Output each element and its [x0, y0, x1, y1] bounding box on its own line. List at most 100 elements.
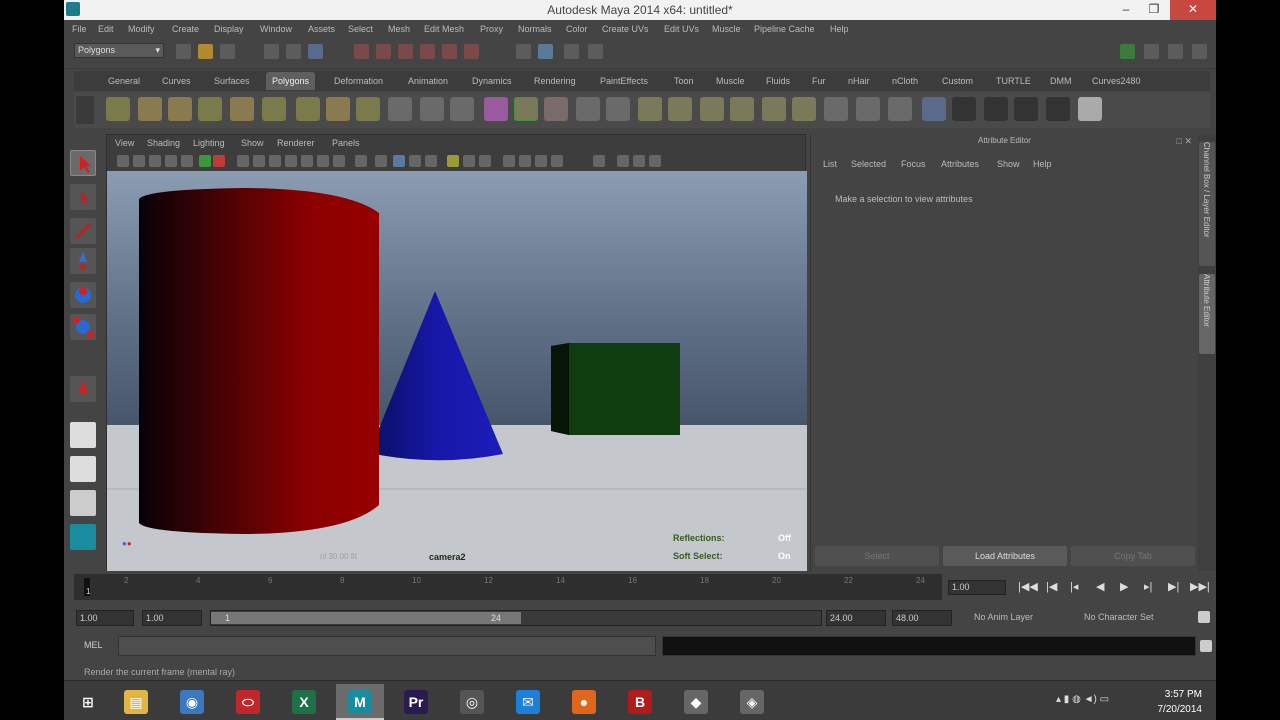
attribute-editor-tab[interactable]: Attribute Editor	[1199, 274, 1215, 354]
anim-layer-dropdown[interactable]: No Anim Layer	[974, 612, 1033, 622]
mask-deformations-icon[interactable]	[442, 44, 457, 59]
select-component-icon[interactable]	[308, 44, 323, 59]
wireframe-on-shaded-icon[interactable]	[269, 155, 281, 167]
anti-aliasing-icon[interactable]	[447, 155, 459, 167]
poly-cylinder-icon[interactable]	[168, 97, 192, 121]
shelf-tab-fluids[interactable]: Fluids	[766, 76, 790, 86]
viewport-option-icon[interactable]	[479, 155, 491, 167]
grease-pencil-icon[interactable]	[503, 155, 515, 167]
shelf-tab-turtle[interactable]: TURTLE	[996, 76, 1031, 86]
close-button[interactable]: ✕	[1170, 0, 1216, 20]
motion-blur-icon[interactable]	[425, 155, 437, 167]
rotate-tool-icon[interactable]	[70, 282, 96, 308]
ae-copy-tab-button[interactable]: Copy Tab	[1071, 546, 1195, 566]
menu-file[interactable]: File	[72, 24, 87, 34]
poly-sphere-icon[interactable]	[106, 97, 130, 121]
layout-side-by-side-icon[interactable]	[70, 490, 96, 516]
shelf-tab-nhair[interactable]: nHair	[848, 76, 870, 86]
mail-taskbar-button[interactable]: ✉	[504, 684, 552, 720]
bandicam-taskbar-button[interactable]: B	[616, 684, 664, 720]
go-to-start-button[interactable]: |◀◀	[1018, 580, 1038, 593]
shelf-tab-polygons[interactable]: Polygons	[266, 72, 316, 90]
extrude-icon[interactable]	[638, 97, 662, 121]
poly-plane-icon[interactable]	[230, 97, 254, 121]
menu-pipeline-cache[interactable]: Pipeline Cache	[754, 24, 815, 34]
animation-preferences-icon[interactable]	[1198, 611, 1210, 623]
animation-end-field[interactable]: 48.00	[892, 610, 952, 626]
insert-edge-loop-icon[interactable]	[762, 97, 786, 121]
textured-icon[interactable]	[301, 155, 313, 167]
gate-mask-icon[interactable]	[633, 155, 645, 167]
snap-curve-icon[interactable]	[538, 44, 553, 59]
grid-toggle-icon[interactable]	[181, 155, 193, 167]
shelf-menu-icon[interactable]	[76, 96, 94, 124]
resolution-gate-icon[interactable]	[213, 155, 225, 167]
script-editor-icon[interactable]	[1200, 640, 1212, 652]
sculpt-icon[interactable]	[888, 97, 912, 121]
split-polygon-icon[interactable]	[730, 97, 754, 121]
excel-taskbar-button[interactable]: X	[280, 684, 328, 720]
isolate-select-icon[interactable]	[355, 155, 367, 167]
go-to-end-button[interactable]: ▶▶|	[1190, 580, 1210, 593]
smooth-icon[interactable]	[484, 97, 508, 121]
menu-create-uvs[interactable]: Create UVs	[602, 24, 649, 34]
snap-grid-icon[interactable]	[516, 44, 531, 59]
paint-select-tool-icon[interactable]	[70, 218, 96, 244]
app-taskbar-button-2[interactable]: ◈	[728, 684, 776, 720]
minimize-button[interactable]: –	[1112, 0, 1140, 20]
select-hierarchy-icon[interactable]	[264, 44, 279, 59]
mask-surfaces-icon[interactable]	[420, 44, 435, 59]
premiere-taskbar-button[interactable]: Pr	[392, 684, 440, 720]
camera-guides-icon[interactable]	[519, 155, 531, 167]
range-slider-track[interactable]: 1 24	[210, 610, 822, 626]
channel-box-tab[interactable]: Channel Box / Layer Editor	[1199, 142, 1215, 266]
play-backwards-button[interactable]: ◀	[1096, 580, 1104, 593]
poly-pipe-icon[interactable]	[326, 97, 350, 121]
open-scene-icon[interactable]	[198, 44, 213, 59]
append-polygon-icon[interactable]	[700, 97, 724, 121]
snap-point-icon[interactable]	[564, 44, 579, 59]
mel-label[interactable]: MEL	[84, 640, 103, 650]
film-gate-icon[interactable]	[199, 155, 211, 167]
select-object-icon[interactable]	[286, 44, 301, 59]
ae-menu-help[interactable]: Help	[1033, 159, 1052, 169]
shelf-tab-muscle[interactable]: Muscle	[716, 76, 745, 86]
shelf-tab-fur[interactable]: Fur	[812, 76, 826, 86]
cleanup-icon[interactable]	[606, 97, 630, 121]
mirror-geometry-icon[interactable]	[544, 97, 568, 121]
shelf-tab-deformation[interactable]: Deformation	[334, 76, 383, 86]
checker-cylindrical-icon[interactable]	[984, 97, 1008, 121]
menu-set-dropdown[interactable]: Polygons ▾	[74, 43, 164, 58]
step-back-frame-button[interactable]: |◂	[1070, 580, 1078, 593]
offset-edge-loop-icon[interactable]	[792, 97, 816, 121]
menu-window[interactable]: Window	[260, 24, 292, 34]
ae-menu-selected[interactable]: Selected	[851, 159, 886, 169]
shelf-tab-curves2480[interactable]: Curves2480	[1092, 76, 1141, 86]
viewport-scene[interactable]: ●● nl 30.00 fit camera2 Reflections: Off…	[107, 171, 807, 571]
menu-mesh[interactable]: Mesh	[388, 24, 410, 34]
shelf-tab-ncloth[interactable]: nCloth	[892, 76, 918, 86]
ae-load-attributes-button[interactable]: Load Attributes	[943, 546, 1067, 566]
menu-create[interactable]: Create	[172, 24, 199, 34]
viewport-menu-shading[interactable]: Shading	[147, 138, 180, 148]
maya-taskbar-button[interactable]: M	[336, 684, 384, 720]
shelf-tab-animation[interactable]: Animation	[408, 76, 448, 86]
firefox-taskbar-button[interactable]: ●	[560, 684, 608, 720]
file-explorer-taskbar-button[interactable]: ▤	[112, 684, 160, 720]
boolean-icon[interactable]	[514, 97, 538, 121]
hud-icon[interactable]	[393, 155, 405, 167]
clock-date[interactable]: 7/20/2014	[1158, 704, 1203, 715]
checker-planar-icon[interactable]	[952, 97, 976, 121]
select-camera-icon[interactable]	[117, 155, 129, 167]
poly-cone-icon[interactable]	[198, 97, 222, 121]
viewport-menu-show[interactable]: Show	[241, 138, 264, 148]
step-forward-frame-button[interactable]: ▸|	[1144, 580, 1152, 593]
checker-automatic-icon[interactable]	[1046, 97, 1070, 121]
select-tool-icon[interactable]	[70, 150, 96, 176]
viewport-menu-panels[interactable]: Panels	[332, 138, 360, 148]
menu-display[interactable]: Display	[214, 24, 244, 34]
app-taskbar-button-1[interactable]: ◆	[672, 684, 720, 720]
shelf-tab-dmm[interactable]: DMM	[1050, 76, 1072, 86]
shadows-icon[interactable]	[333, 155, 345, 167]
maximize-button[interactable]: ❐	[1140, 0, 1168, 20]
